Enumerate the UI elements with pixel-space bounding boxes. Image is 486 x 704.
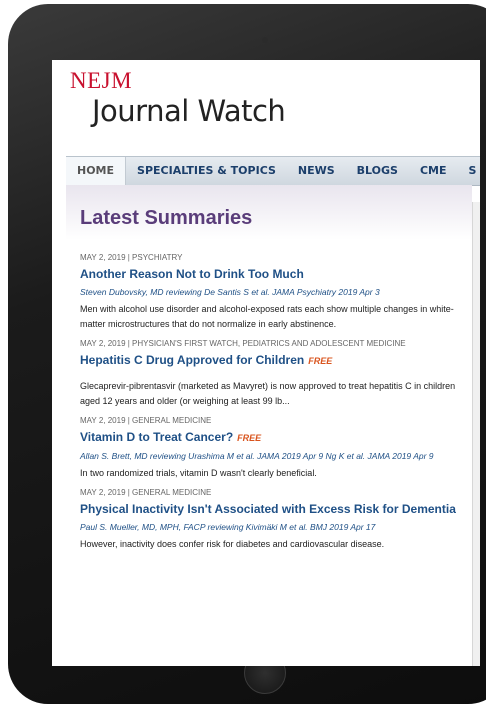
article-meta: MAY 2, 2019 | PHYSICIAN'S FIRST WATCH, P… — [80, 339, 406, 348]
article-byline[interactable]: Steven Dubovsky, MD reviewing De Santis … — [80, 286, 464, 299]
masthead: NEJM Journal Watch — [52, 60, 480, 156]
article-summary: Men with alcohol use disorder and alcoho… — [80, 304, 454, 329]
article-byline[interactable]: Paul S. Mueller, MD, MPH, FACP reviewing… — [80, 521, 464, 534]
article-item: MAY 2, 2019 | PHYSICIAN'S FIRST WATCH, P… — [80, 339, 464, 409]
headline-text[interactable]: Hepatitis C Drug Approved for Children — [80, 353, 304, 367]
article-item: MAY 2, 2019 | GENERAL MEDICINE Vitamin D… — [80, 416, 464, 481]
sidebar-edge — [472, 202, 480, 666]
section-title: Latest Summaries — [80, 207, 253, 229]
nav-news[interactable]: NEWS — [287, 157, 346, 185]
headline-text[interactable]: Physical Inactivity Isn't Associated wit… — [80, 502, 456, 516]
main-nav: HOME SPECIALTIES & TOPICS NEWS BLOGS CME S — [66, 156, 480, 186]
article-meta: MAY 2, 2019 | PSYCHIATRY — [80, 253, 183, 262]
article-headline[interactable]: Physical Inactivity Isn't Associated wit… — [80, 501, 464, 518]
free-badge: FREE — [308, 356, 333, 366]
article-headline[interactable]: Vitamin D to Treat Cancer? FREE — [80, 429, 464, 447]
article-meta: MAY 2, 2019 | GENERAL MEDICINE — [80, 488, 212, 497]
nejm-logo[interactable]: NEJM — [70, 68, 132, 94]
nav-more[interactable]: S — [458, 157, 480, 185]
article-item: MAY 2, 2019 | PSYCHIATRY Another Reason … — [80, 253, 464, 332]
main-content: Latest Summaries MAY 2, 2019 | PSYCHIATR… — [66, 185, 472, 666]
article-summary: However, inactivity does confer risk for… — [80, 539, 385, 549]
tablet-frame: NEJM Journal Watch HOME SPECIALTIES & TOP… — [8, 4, 486, 704]
free-badge: FREE — [237, 433, 262, 443]
article-list: MAY 2, 2019 | PSYCHIATRY Another Reason … — [80, 253, 464, 559]
headline-text[interactable]: Another Reason Not to Drink Too Much — [80, 267, 304, 281]
nav-blogs[interactable]: BLOGS — [346, 157, 409, 185]
browser-screen: NEJM Journal Watch HOME SPECIALTIES & TOP… — [52, 60, 480, 666]
article-summary: In two randomized trials, vitamin D wasn… — [80, 468, 317, 478]
article-headline[interactable]: Another Reason Not to Drink Too Much — [80, 266, 464, 283]
site-title[interactable]: Journal Watch — [92, 94, 286, 128]
nav-home[interactable]: HOME — [66, 157, 127, 185]
headline-text[interactable]: Vitamin D to Treat Cancer? — [80, 430, 233, 444]
article-headline[interactable]: Hepatitis C Drug Approved for Children FR… — [80, 352, 464, 370]
camera-icon — [262, 37, 268, 43]
nav-cme[interactable]: CME — [409, 157, 458, 185]
article-byline[interactable]: Allan S. Brett, MD reviewing Urashima M … — [80, 450, 464, 463]
article-meta: MAY 2, 2019 | GENERAL MEDICINE — [80, 416, 212, 425]
nav-specialties-topics[interactable]: SPECIALTIES & TOPICS — [126, 157, 287, 185]
article-summary: Glecaprevir-pibrentasvir (marketed as Ma… — [80, 381, 456, 406]
article-item: MAY 2, 2019 | GENERAL MEDICINE Physical … — [80, 488, 464, 552]
